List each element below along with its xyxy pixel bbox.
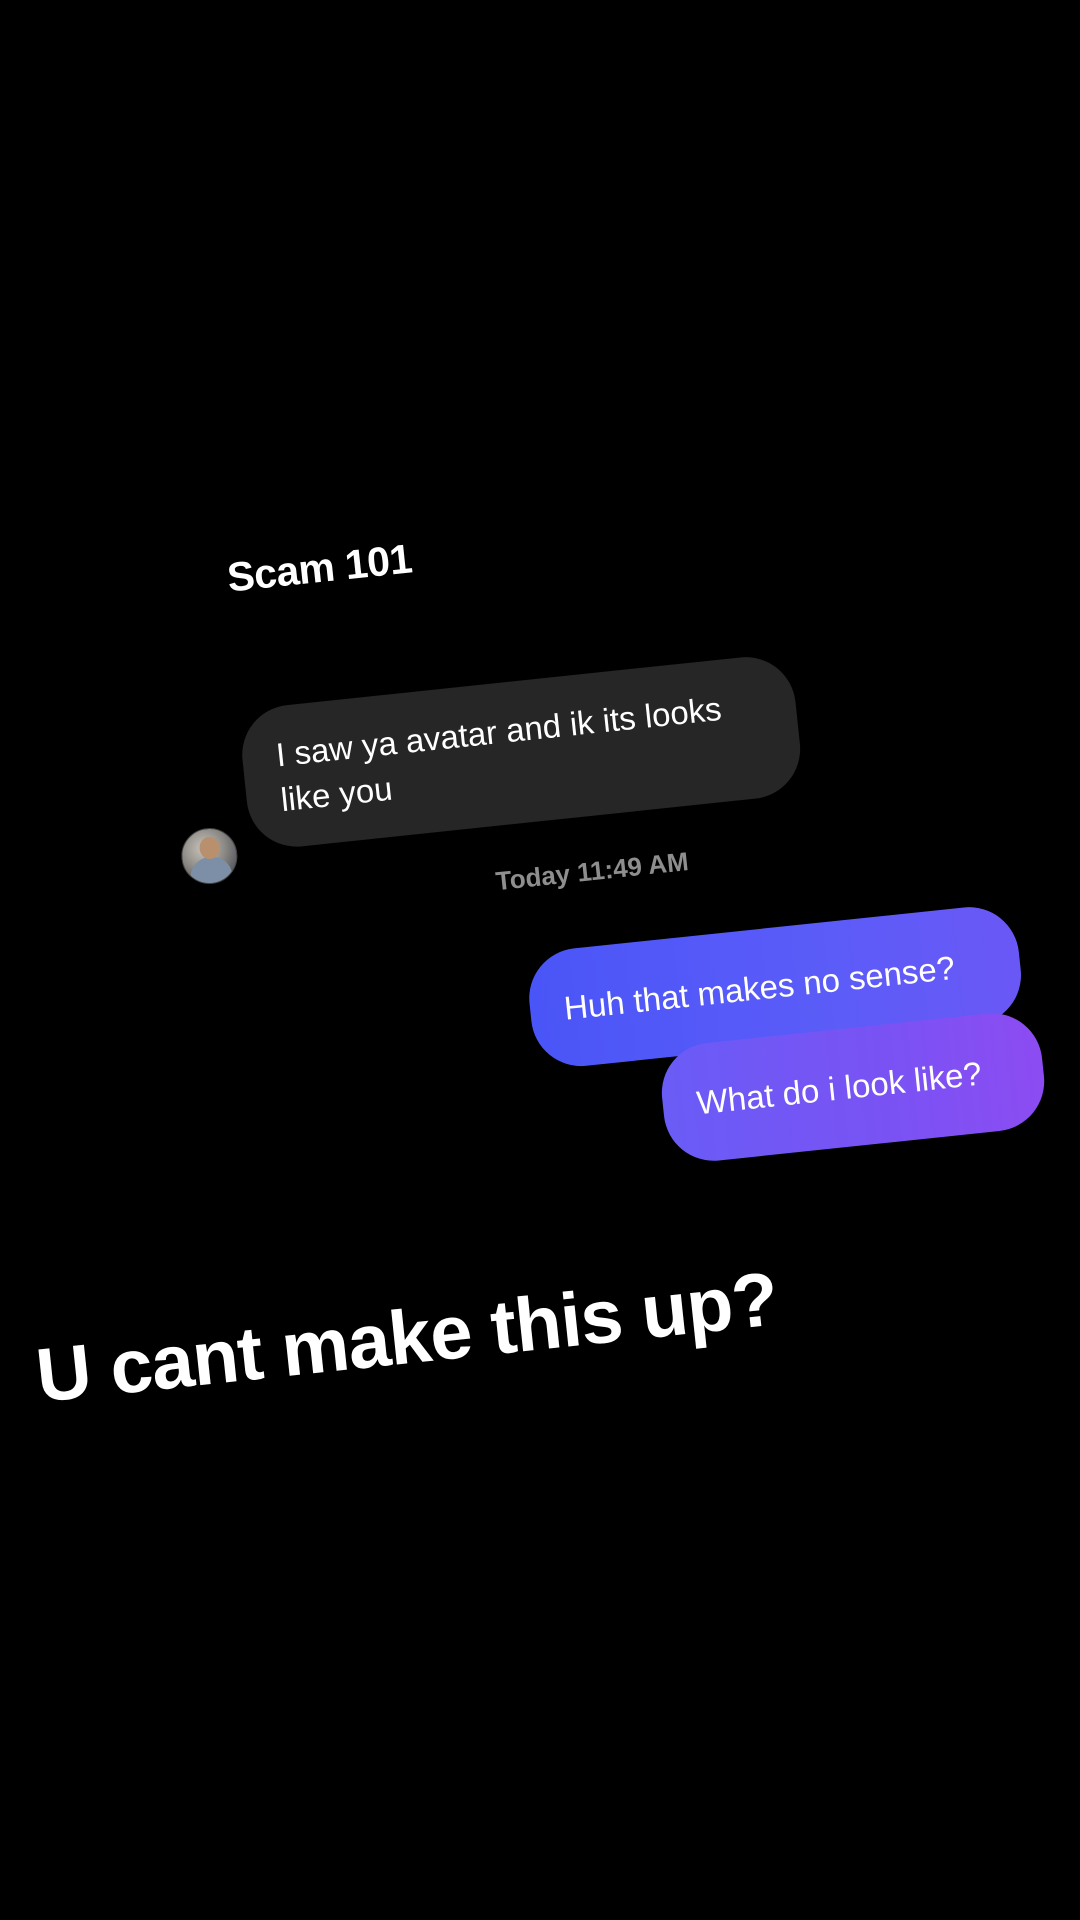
screen: Scam 101 I saw ya avatar and ik its look… xyxy=(0,0,1080,1920)
chat-thread: Scam 101 I saw ya avatar and ik its look… xyxy=(0,0,1080,1920)
incoming-message-bubble[interactable]: I saw ya avatar and ik its looks like yo… xyxy=(237,652,806,852)
sender-name: Scam 101 xyxy=(224,535,414,601)
avatar-body-shape xyxy=(188,854,234,887)
avatar-icon[interactable] xyxy=(178,825,241,887)
